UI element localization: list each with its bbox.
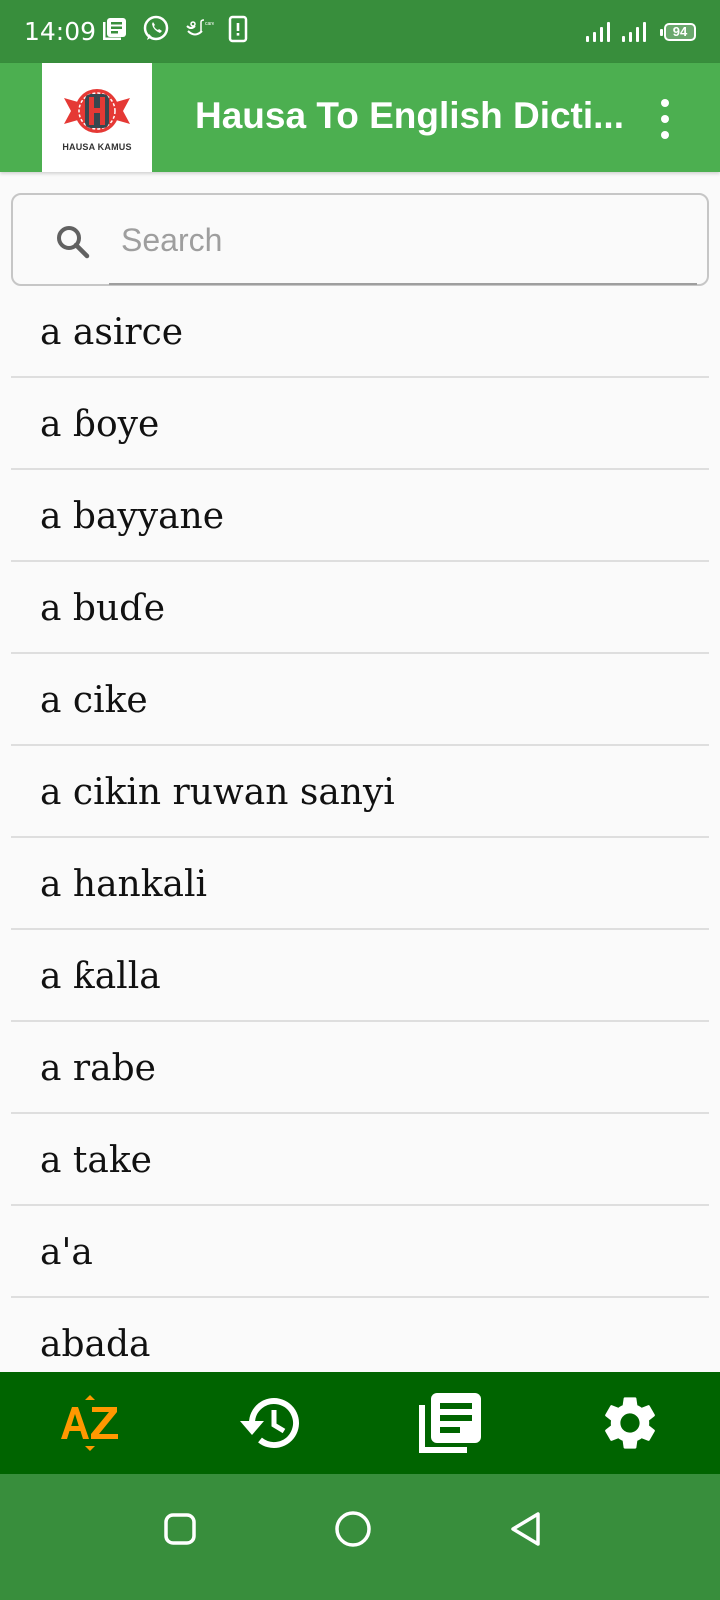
system-nav-bar [0, 1474, 720, 1600]
status-time: 14:09 [24, 17, 97, 46]
app-title: Hausa To English Dicti... [195, 95, 624, 136]
back-icon [511, 1512, 540, 1546]
home-icon [335, 1511, 371, 1547]
battery-indicator: 94 [660, 22, 696, 41]
signal-sim1-icon [586, 21, 610, 42]
list-item[interactable]: a bayyane [0, 470, 720, 562]
search-input[interactable] [121, 213, 681, 268]
word-label: a ɓoye [40, 403, 160, 445]
search-box [11, 193, 709, 286]
nav-item-settings[interactable] [540, 1372, 720, 1474]
recents-icon [164, 1513, 196, 1545]
list-item[interactable]: a'a [0, 1206, 720, 1298]
notification-icons: care [102, 15, 248, 48]
word-label: abada [40, 1323, 151, 1365]
system-status-icons: 94 [586, 21, 696, 42]
list-item[interactable]: a buɗe [0, 562, 720, 654]
device-alert-icon [228, 15, 248, 48]
signal-sim2-icon [622, 21, 646, 42]
nav-item-az-index[interactable] [0, 1372, 180, 1474]
word-label: a'a [40, 1231, 93, 1273]
nav-item-saved[interactable] [360, 1372, 540, 1474]
word-label: a asirce [40, 311, 184, 353]
word-label: a buɗe [40, 587, 166, 629]
bottom-nav [0, 1372, 720, 1474]
word-label: a take [40, 1139, 152, 1181]
gear-icon [605, 1397, 655, 1449]
overflow-menu-icon[interactable] [655, 99, 675, 139]
home-button[interactable] [328, 1504, 378, 1554]
hausa-kamus-logo-icon [64, 88, 130, 133]
list-item[interactable]: a cike [0, 654, 720, 746]
nav-item-history[interactable] [180, 1372, 360, 1474]
list-item[interactable]: a take [0, 1114, 720, 1206]
list-item[interactable]: abada [0, 1298, 720, 1372]
news-icon [102, 16, 128, 47]
whatsapp-icon [142, 15, 170, 48]
word-label: a rabe [40, 1047, 156, 1089]
list-item[interactable]: a cikin ruwan sanyi [0, 746, 720, 838]
history-icon [240, 1398, 299, 1449]
list-item[interactable]: a ɓoye [0, 378, 720, 470]
search-icon [54, 223, 92, 266]
sort-az-icon [61, 1395, 118, 1451]
back-button[interactable] [501, 1504, 551, 1554]
recents-button[interactable] [155, 1504, 205, 1554]
list-item[interactable]: a hankali [0, 838, 720, 930]
list-item[interactable]: a ƙalla [0, 930, 720, 1022]
svg-text:care: care [205, 21, 214, 27]
logo-text: HAUSA KAMUS [62, 141, 132, 152]
word-label: a cike [40, 679, 148, 721]
list-item[interactable]: a rabe [0, 1022, 720, 1114]
word-label: a ƙalla [40, 955, 161, 997]
app-bar: HAUSA KAMUS Hausa To English Dicti... [0, 63, 720, 172]
status-bar: 14:09 care 94 [0, 0, 720, 63]
app-logo: HAUSA KAMUS [42, 63, 152, 172]
search-underline [109, 283, 697, 285]
word-label: a hankali [40, 863, 208, 905]
battery-level: 94 [672, 24, 688, 39]
list-item[interactable]: a asirce [0, 286, 720, 378]
word-label: a cikin ruwan sanyi [40, 771, 395, 813]
article-list-icon [419, 1393, 481, 1453]
carrier-care-icon: care [184, 18, 215, 45]
word-list[interactable]: a asirce a ɓoye a bayyane a buɗe a cike … [0, 286, 720, 1372]
word-label: a bayyane [40, 495, 225, 537]
